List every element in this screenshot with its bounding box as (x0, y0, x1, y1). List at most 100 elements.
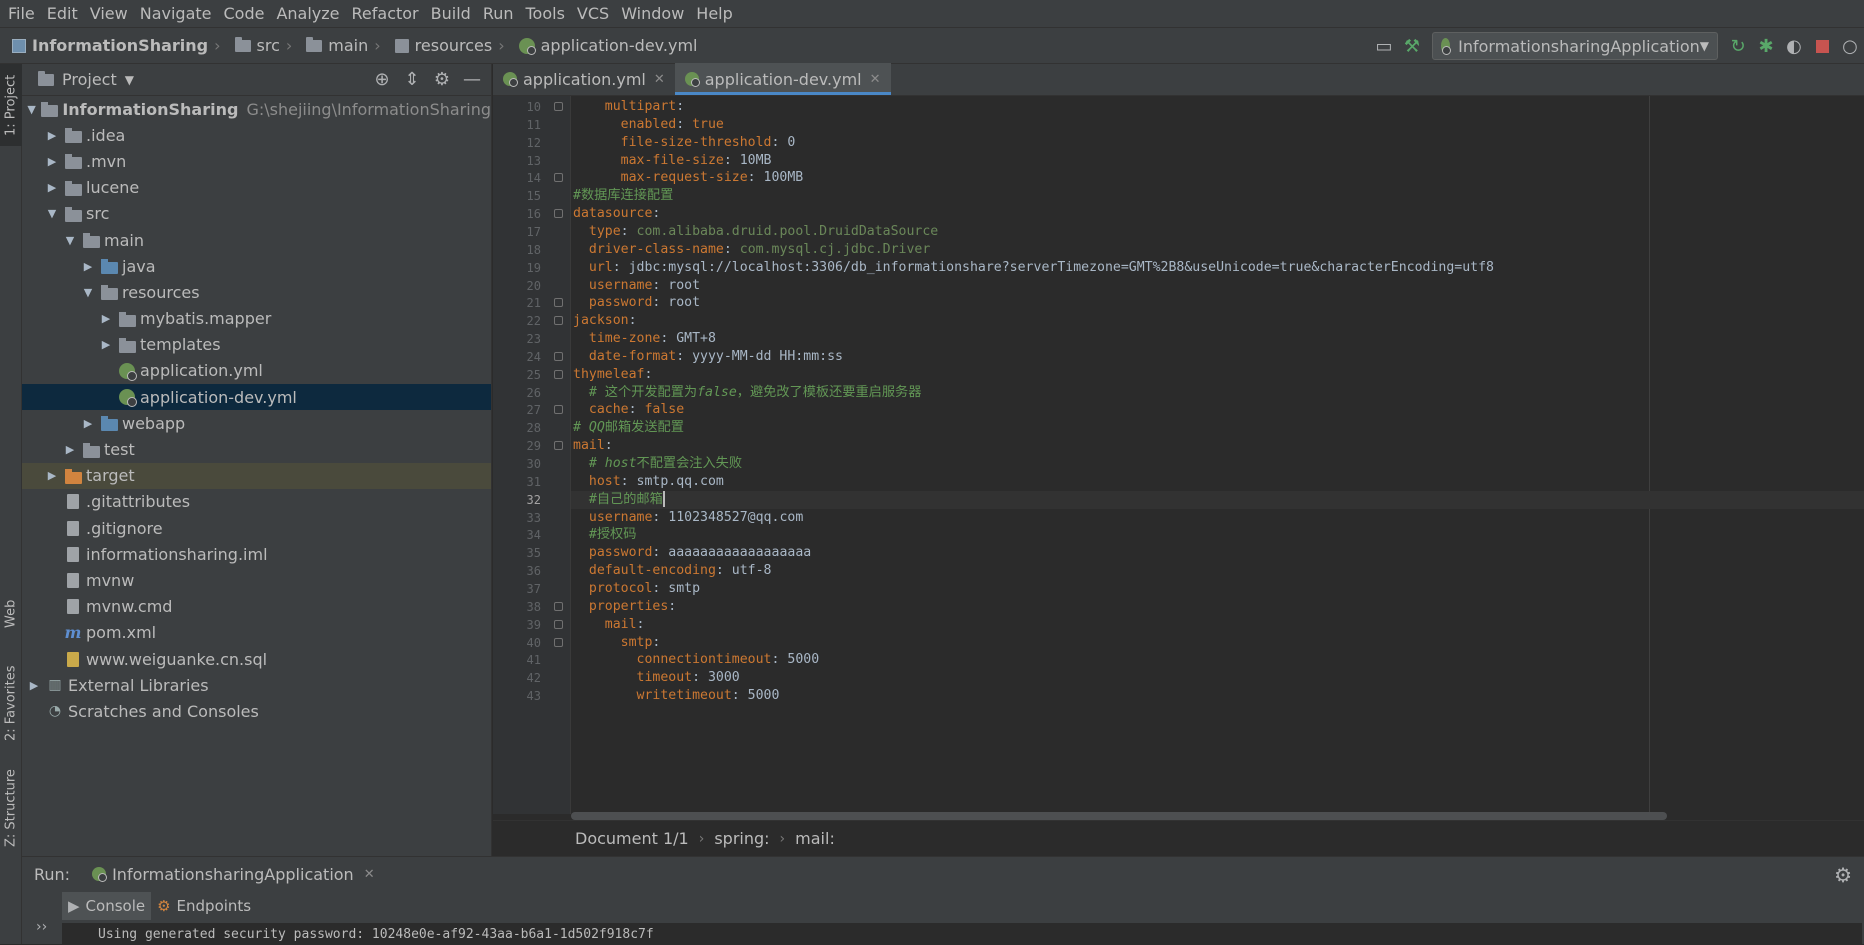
menu-vcs[interactable]: VCS (571, 0, 615, 28)
fold-marker-icon[interactable] (554, 601, 563, 611)
chevron-down-icon[interactable]: ▼ (125, 73, 134, 87)
menu-run[interactable]: Run (477, 0, 520, 28)
collapsed-arrow-icon[interactable]: ▶ (98, 312, 114, 325)
collapsed-arrow-icon[interactable]: ▶ (44, 155, 60, 168)
scrollbar-thumb[interactable] (571, 812, 1667, 820)
code-line[interactable]: time-zone: GMT+8 (573, 330, 716, 348)
locate-target-icon[interactable]: ⊕ (371, 69, 393, 90)
code-line[interactable]: host: smtp.qq.com (573, 473, 724, 491)
fold-marker-icon[interactable] (554, 351, 563, 361)
code-line[interactable]: #授权码 (573, 526, 637, 544)
tree-item-resources[interactable]: ▼ resources (22, 279, 491, 305)
collapsed-arrow-icon[interactable]: ▶ (44, 129, 60, 142)
code-line[interactable]: thymeleaf: (573, 366, 652, 384)
expanded-arrow-icon[interactable]: ▼ (80, 286, 96, 299)
tree-item-application-yml[interactable]: application.yml (22, 358, 491, 384)
tab-application-dev-yml[interactable]: application-dev.yml ✕ (674, 63, 891, 95)
menu-refactor[interactable]: Refactor (346, 0, 425, 28)
tree-item-mvnw-cmd[interactable]: mvnw.cmd (22, 594, 491, 620)
code-line[interactable]: #自己的邮箱 (573, 490, 665, 509)
project-panel-title[interactable]: Project (62, 70, 117, 89)
hide-panel-icon[interactable]: — (461, 69, 483, 90)
breadcrumb-main[interactable]: main › (294, 28, 382, 64)
code-line[interactable]: password: root (573, 294, 700, 312)
fold-marker-icon[interactable] (554, 405, 563, 415)
code-line[interactable]: date-format: yyyy-MM-dd HH:mm:ss (573, 348, 843, 366)
collapsed-arrow-icon[interactable]: ▶ (62, 443, 78, 456)
tree-item-test[interactable]: ▶ test (22, 436, 491, 462)
tree-item-mybatis-mapper[interactable]: ▶ mybatis.mapper (22, 306, 491, 332)
code-line[interactable]: connectiontimeout: 5000 (573, 651, 820, 669)
run-config-select[interactable]: InformationsharingApplication ▼ (1432, 32, 1718, 60)
gear-icon[interactable]: ⚙ (1834, 863, 1852, 887)
fold-marker-icon[interactable] (554, 298, 563, 308)
menu-code[interactable]: Code (218, 0, 271, 28)
code-line[interactable]: username: root (573, 277, 700, 295)
breadcrumb-document[interactable]: Document 1/1 (575, 829, 689, 848)
code-line[interactable]: jackson: (573, 312, 637, 330)
layout-icon[interactable]: ▭ (1370, 32, 1398, 60)
tree-item-java[interactable]: ▶ java (22, 253, 491, 279)
tree-item-main[interactable]: ▼ main (22, 227, 491, 253)
fold-marker-icon[interactable] (554, 441, 563, 451)
code-line[interactable]: # 这个开发配置为false，避免改了模板还要重启服务器 (573, 384, 922, 402)
tree-item-target[interactable]: ▶ target (22, 462, 491, 489)
code-line[interactable]: file-size-threshold: 0 (573, 134, 796, 152)
code-line[interactable]: url: jdbc:mysql://localhost:3306/db_info… (573, 259, 1494, 277)
code-line[interactable]: protocol: smtp (573, 580, 700, 598)
tool-tab-project[interactable]: 1: Project (0, 64, 22, 146)
tool-tab-structure[interactable]: Z: Structure (0, 760, 22, 856)
horizontal-scrollbar[interactable] (571, 812, 1864, 820)
tree-item-gitattributes[interactable]: .gitattributes (22, 489, 491, 515)
tree-item-scratches[interactable]: ◔ Scratches and Consoles (22, 698, 491, 724)
code-line[interactable]: enabled: true (573, 116, 724, 134)
code-line[interactable]: timeout: 3000 (573, 669, 740, 687)
menu-help[interactable]: Help (690, 0, 738, 28)
expanded-arrow-icon[interactable]: ▼ (26, 103, 37, 116)
fold-marker-icon[interactable] (554, 316, 563, 326)
debug-bug-icon[interactable]: ✱ (1752, 32, 1780, 60)
expanded-arrow-icon[interactable]: ▼ (62, 234, 78, 247)
collapse-all-icon[interactable]: ⇕ (401, 69, 423, 90)
tab-endpoints[interactable]: ⚙ Endpoints (151, 892, 257, 920)
breadcrumb-resources[interactable]: resources › (383, 28, 507, 64)
code-line[interactable]: max-file-size: 10MB (573, 152, 772, 170)
tab-application-yml[interactable]: application.yml ✕ (493, 63, 675, 95)
menu-build[interactable]: Build (425, 0, 477, 28)
tab-console[interactable]: ▶ Console (62, 892, 152, 920)
menu-analyze[interactable]: Analyze (270, 0, 345, 28)
breadcrumb-project[interactable]: InformationSharing › (0, 28, 223, 64)
tree-item-src[interactable]: ▼ src (22, 201, 491, 227)
code-line[interactable]: type: com.alibaba.druid.pool.DruidDataSo… (573, 223, 938, 241)
breadcrumb-spring[interactable]: spring: (714, 829, 769, 848)
code-line[interactable]: mail: (573, 616, 645, 634)
fold-marker-icon[interactable] (554, 102, 563, 111)
fold-marker-icon[interactable] (554, 209, 563, 219)
code-line[interactable]: # host不配置会注入失败 (573, 455, 742, 473)
menu-window[interactable]: Window (615, 0, 690, 28)
code-line[interactable]: # QQ邮箱发送配置 (573, 419, 684, 437)
expand-chevron-icon[interactable]: ›› (36, 919, 47, 935)
collapsed-arrow-icon[interactable]: ▶ (98, 338, 114, 351)
close-icon[interactable]: ✕ (870, 72, 881, 87)
code-line[interactable]: properties: (573, 598, 676, 616)
tree-item-root[interactable]: ▼ InformationSharing G:\shejiing\Informati… (22, 96, 491, 122)
close-icon[interactable]: ✕ (364, 867, 375, 882)
tree-item-external-libraries[interactable]: ▶ ▥ External Libraries (22, 672, 491, 698)
menu-view[interactable]: View (84, 0, 134, 28)
tree-item-templates[interactable]: ▶ templates (22, 332, 491, 358)
breadcrumb-src[interactable]: src › (223, 28, 295, 64)
stop-icon[interactable] (1808, 32, 1836, 60)
code-area[interactable]: 10 multipart: 11 enabled: true 12 file-siz… (493, 96, 1864, 814)
code-line[interactable]: default-encoding: utf-8 (573, 562, 772, 580)
tree-item-webapp[interactable]: ▶ webapp (22, 410, 491, 436)
tree-item-mvn[interactable]: ▶ .mvn (22, 148, 491, 174)
console-output[interactable]: Using generated security password: 10248… (62, 923, 1862, 945)
menu-edit[interactable]: Edit (41, 0, 84, 28)
tree-item-gitignore[interactable]: .gitignore (22, 515, 491, 541)
close-icon[interactable]: ✕ (654, 72, 665, 87)
fold-marker-icon[interactable] (554, 369, 563, 379)
code-line[interactable]: username: 1102348527@qq.com (573, 509, 803, 527)
rerun-icon[interactable]: ↻ (1724, 32, 1752, 60)
expanded-arrow-icon[interactable]: ▼ (44, 207, 60, 220)
